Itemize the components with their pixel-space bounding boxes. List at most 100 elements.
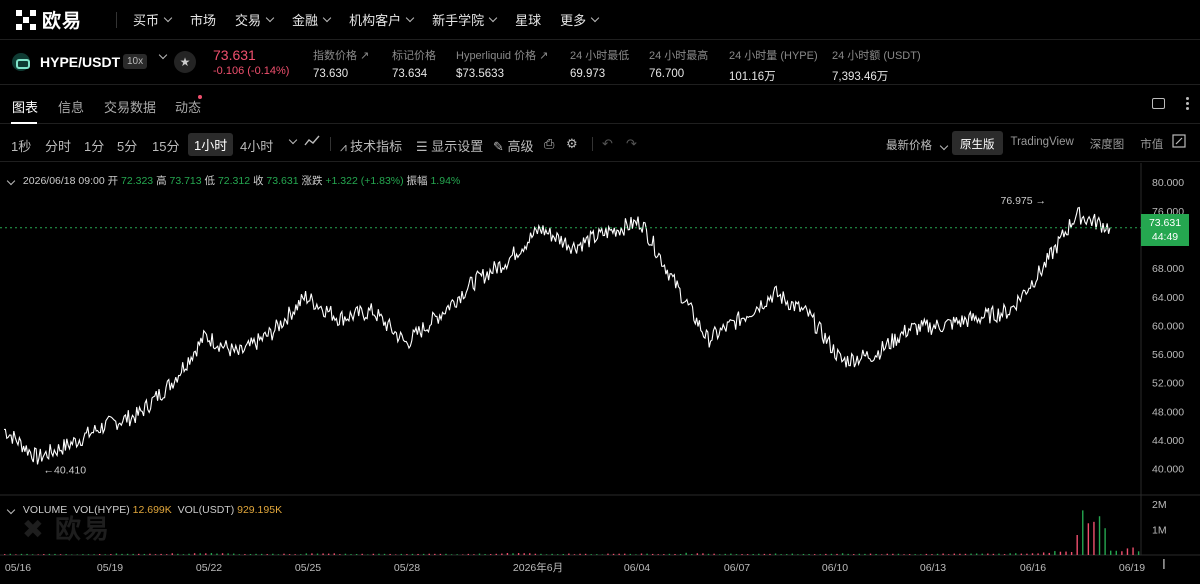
window-icon[interactable] [1152, 98, 1165, 109]
ticker-stat: 指数价格 ↗ 73.630 [313, 47, 369, 80]
nav-item[interactable]: 机构客户 [349, 10, 415, 29]
volume-bar [802, 553, 805, 555]
volume-bar [584, 553, 587, 555]
volume-bar [936, 553, 939, 555]
volume-bar [752, 554, 754, 555]
volume-bar [948, 554, 950, 555]
tab-feed[interactable]: 动态 [175, 97, 201, 116]
camera-icon[interactable]: ⎙ [544, 136, 554, 152]
volume-bar [76, 554, 79, 555]
volume-bar [841, 553, 844, 555]
amplitude-value: 1.94% [430, 175, 461, 187]
volume-bar [478, 553, 481, 555]
volume-bar [400, 553, 402, 555]
gear-icon[interactable]: ⚙ [566, 136, 578, 152]
volume-bar [98, 553, 101, 555]
volume-tick-label: 1M [1152, 525, 1167, 537]
volume-bar [205, 553, 207, 555]
time-tick-label: 06/10 [822, 562, 848, 574]
volume-bar [847, 553, 849, 555]
view-market-cap[interactable]: 市值 [1132, 131, 1171, 155]
vol-usdt-label: VOL(USDT) [177, 504, 235, 516]
stat-value: 7,393.46万 [832, 71, 889, 83]
nav-item-label: 星球 [515, 13, 542, 28]
pair-name[interactable]: HYPE/USDT [40, 54, 120, 70]
chart-svg[interactable]: 80.00076.00072.00068.00064.00060.00056.0… [0, 163, 1200, 584]
brand-logo[interactable]: 欧易 [16, 6, 116, 33]
low-label: 低 [204, 175, 216, 187]
tab-trade-data[interactable]: 交易数据 [104, 97, 156, 116]
chevron-down-icon [488, 13, 498, 23]
list-settings-icon: ☰ [416, 139, 432, 154]
volume-bar [741, 554, 743, 555]
current-price: 73.631 [1148, 217, 1182, 229]
volume-bar [54, 553, 56, 555]
display-settings-button[interactable]: ☰ 显示设置 [416, 136, 483, 155]
volume-bar [249, 554, 252, 555]
logo-icon [16, 9, 36, 30]
nav-item[interactable]: 星球 [515, 10, 541, 29]
nav-item[interactable]: 买币 [133, 10, 173, 29]
volume-bar [439, 553, 442, 555]
interval-dropdown-icon[interactable] [288, 135, 298, 145]
volume-bar [523, 553, 525, 555]
volume-bar [964, 553, 967, 555]
price-type-select[interactable]: 最新价格 [886, 137, 949, 153]
nav-item[interactable]: 新手学院 [432, 10, 498, 29]
interval-timeline[interactable]: 分时 [45, 136, 71, 155]
interval-5m[interactable]: 5分 [117, 136, 137, 155]
interval-1m[interactable]: 1分 [84, 136, 104, 155]
volume-bar [830, 553, 833, 555]
nav-item[interactable]: 市场 [190, 10, 216, 29]
favorite-star-icon[interactable]: ★ [174, 51, 196, 73]
volume-bar [272, 553, 274, 555]
volume-bar [629, 553, 632, 555]
view-native[interactable]: 原生版 [952, 131, 1003, 155]
volume-bar [389, 553, 391, 555]
chevron-down-icon [265, 13, 275, 23]
interval-1s[interactable]: 1秒 [11, 136, 31, 155]
vol-usdt-value: 929.195K [237, 504, 283, 516]
volume-bar [1015, 553, 1017, 555]
volume-bar [512, 553, 514, 555]
text-cursor-icon[interactable]: Ⅰ [1162, 557, 1166, 573]
indicators-button[interactable]: ⩘ 技术指标 [340, 136, 402, 155]
advanced-button[interactable]: ✎ 高级 [493, 136, 534, 155]
price-chart[interactable]: 80.00076.00072.00068.00064.00060.00056.0… [0, 163, 1200, 584]
volume-bar [383, 553, 386, 555]
volume-bar [668, 553, 671, 555]
collapse-icon[interactable] [6, 176, 16, 186]
tab-chart[interactable]: 图表 [12, 97, 38, 116]
volume-bar [378, 553, 380, 555]
volume-bar [171, 553, 173, 555]
tab-info[interactable]: 信息 [58, 97, 84, 116]
active-tab-indicator [11, 122, 37, 124]
fullscreen-icon[interactable] [1172, 134, 1186, 151]
interval-4h[interactable]: 4小时 [240, 136, 273, 155]
nav-item[interactable]: 金融 [292, 10, 332, 29]
collapse-icon[interactable] [6, 505, 16, 515]
view-depth[interactable]: 深度图 [1082, 131, 1133, 155]
nav-item[interactable]: 交易 [235, 10, 275, 29]
display-settings-label: 显示设置 [431, 139, 484, 154]
nav-item[interactable]: 更多 [560, 10, 600, 29]
undo-icon[interactable]: ↶ [602, 136, 613, 152]
volume-bar [305, 553, 308, 555]
volume-bar [121, 553, 123, 555]
volume-bar [774, 553, 777, 555]
volume-bar [193, 553, 196, 555]
chevron-down-icon[interactable] [158, 50, 168, 60]
interval-15m[interactable]: 15分 [152, 136, 179, 155]
hype-coin-icon [12, 53, 30, 71]
volume-bar [1054, 551, 1056, 555]
chart-type-icon[interactable] [304, 134, 320, 151]
volume-bar [344, 553, 347, 555]
view-tradingview[interactable]: TradingView [1003, 131, 1082, 155]
nav-item-label: 买币 [133, 13, 160, 28]
volume-bar [953, 553, 955, 555]
candle-countdown: 44:49 [1151, 231, 1179, 243]
interval-1h[interactable]: 1小时 [188, 133, 234, 156]
more-vertical-icon[interactable] [1182, 96, 1192, 112]
redo-icon[interactable]: ↷ [626, 136, 637, 152]
volume-bar [495, 553, 497, 555]
